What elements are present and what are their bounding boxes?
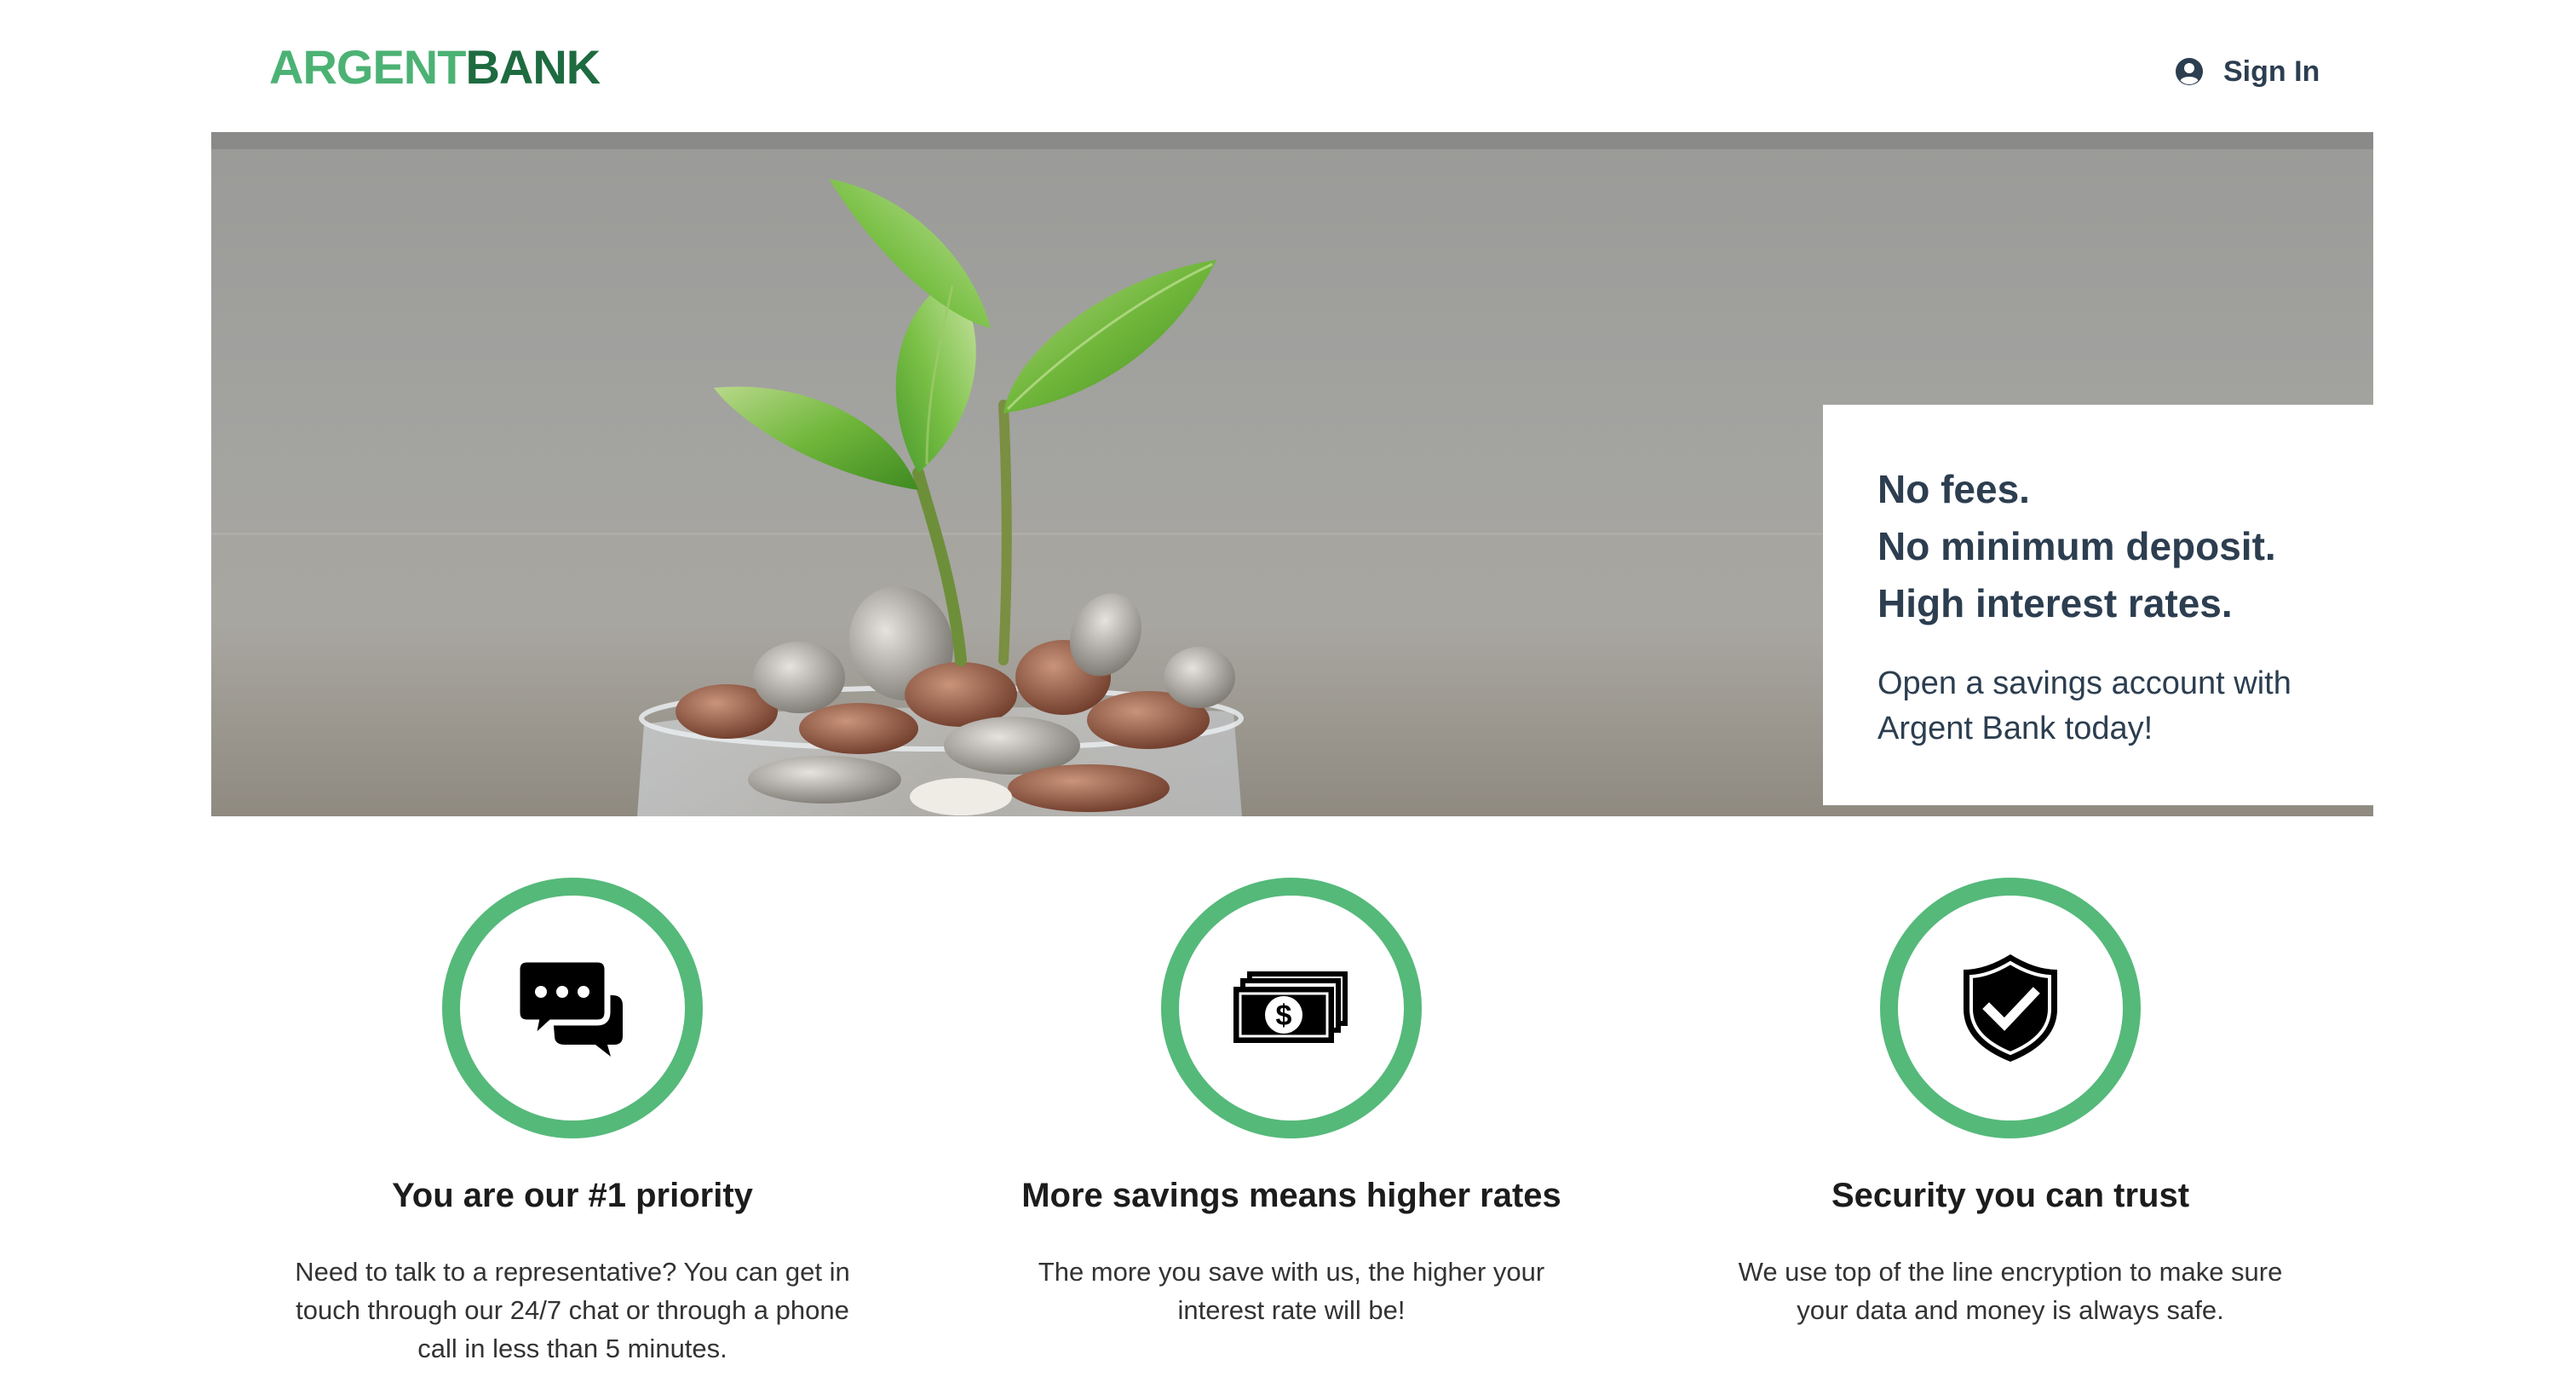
hero-banner: No fees. No minimum deposit. High intere… — [211, 132, 2373, 816]
promo-card: No fees. No minimum deposit. High intere… — [1823, 405, 2373, 805]
feature-item-savings: $ More savings means higher rates The mo… — [968, 878, 1615, 1329]
feature-icon-ring — [442, 878, 703, 1138]
top-nav: ARGENTBANK Sign In — [0, 0, 2576, 133]
feature-description: We use top of the line encryption to mak… — [1738, 1257, 2283, 1325]
promo-headline: No fees. No minimum deposit. High intere… — [1877, 461, 2373, 632]
home-page: ARGENTBANK Sign In No fees. No minimum d… — [0, 0, 2576, 1400]
feature-icon-ring: $ — [1161, 878, 1422, 1138]
promo-headline-line: No fees. — [1877, 467, 2030, 511]
shield-check-icon — [1964, 954, 2057, 1062]
promo-headline-line: High interest rates. — [1877, 581, 2233, 625]
feature-description: Need to talk to a representative? You ca… — [295, 1257, 850, 1363]
feature-item-priority: You are our #1 priority Need to talk to … — [249, 878, 896, 1368]
argent-bank-logo[interactable]: ARGENTBANK — [269, 37, 601, 97]
chat-bubbles-icon — [517, 958, 623, 1057]
logo-text-argent: ARGENT — [269, 40, 466, 94]
sign-in-link[interactable]: Sign In — [2174, 46, 2320, 97]
money-bills-icon: $ — [1233, 971, 1348, 1043]
feature-description: The more you save with us, the higher yo… — [1038, 1257, 1545, 1325]
features-section: You are our #1 priority Need to talk to … — [0, 878, 2576, 1400]
sign-in-label: Sign In — [2223, 55, 2320, 88]
feature-icon-ring — [1880, 878, 2141, 1138]
feature-item-security: Security you can trust We use top of the… — [1687, 878, 2334, 1329]
promo-body-text: Open a savings account with Argent Bank … — [1877, 665, 2291, 746]
svg-text:$: $ — [1276, 1000, 1292, 1032]
logo-text-bank: BANK — [465, 40, 601, 94]
feature-title: Security you can trust — [1831, 1177, 2190, 1214]
promo-headline-line: No minimum deposit. — [1877, 524, 2276, 568]
feature-title: You are our #1 priority — [392, 1177, 753, 1214]
user-circle-icon — [2174, 56, 2205, 87]
feature-title: More savings means higher rates — [1021, 1177, 1561, 1214]
